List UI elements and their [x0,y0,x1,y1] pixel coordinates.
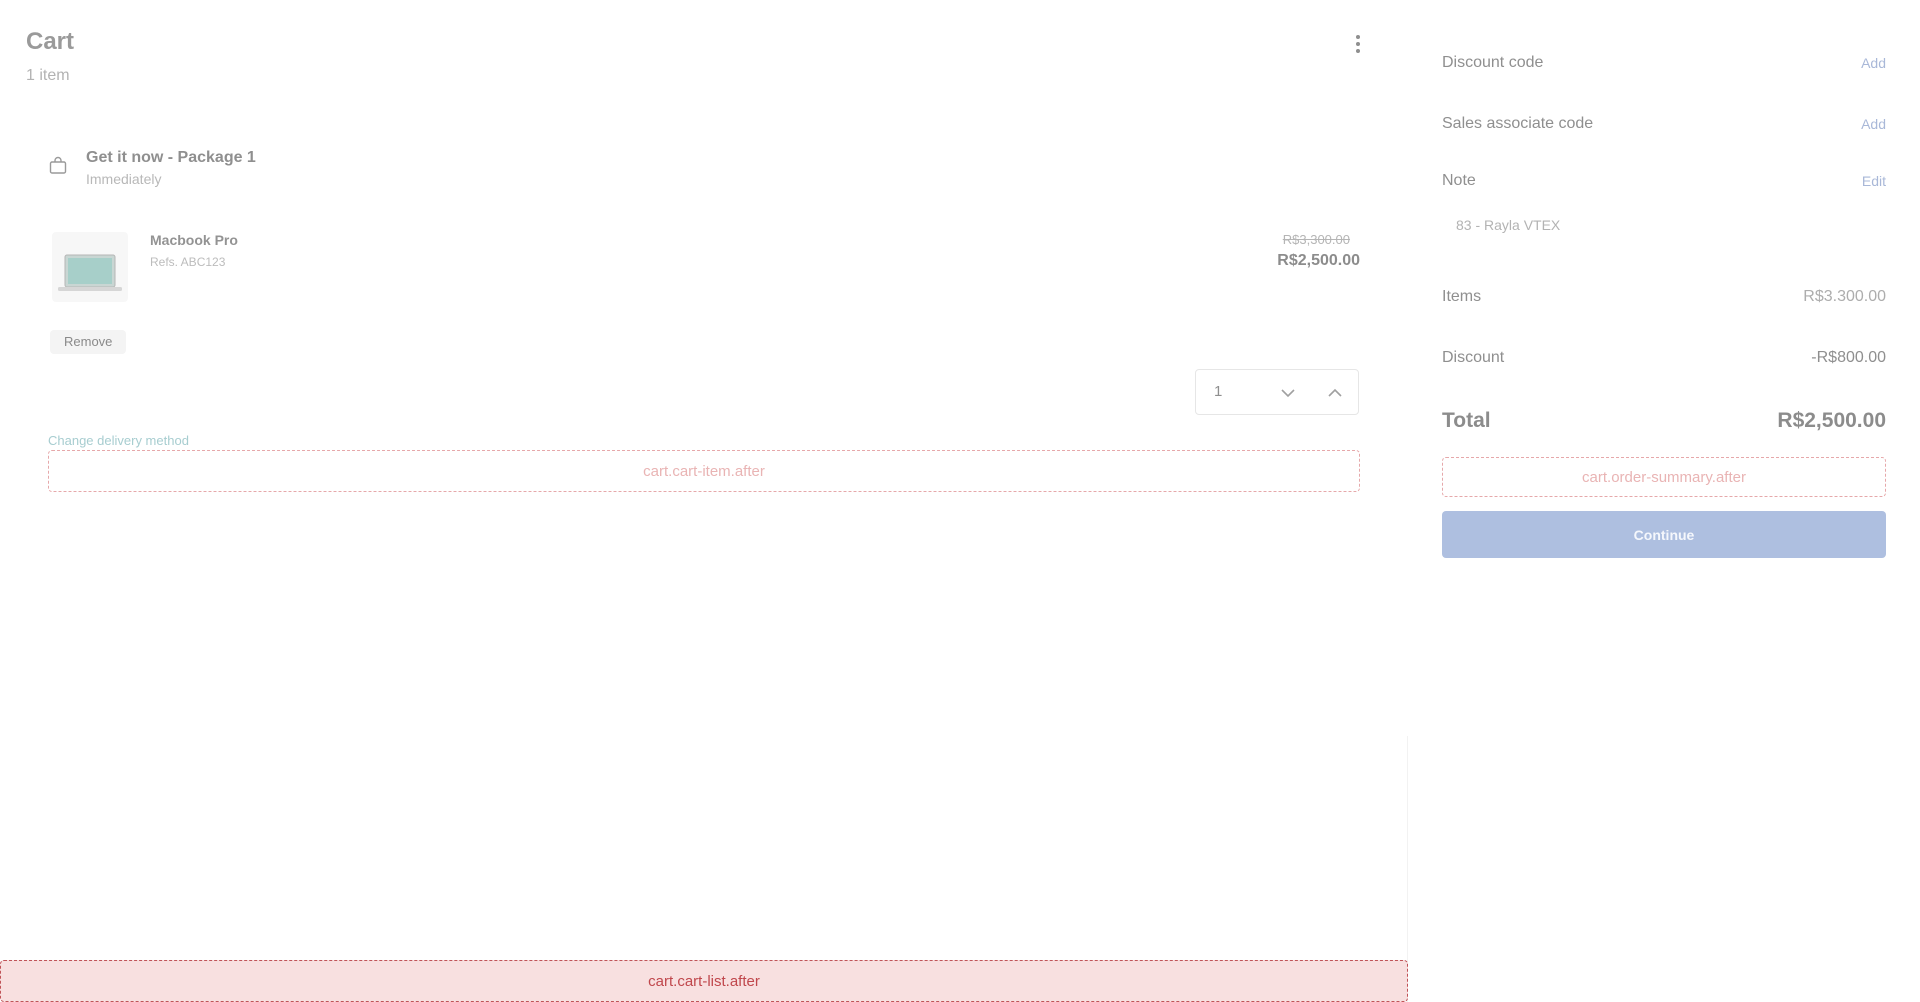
price-original: R$3,300.00 [1282,232,1350,247]
continue-button[interactable]: Continue [1442,511,1886,558]
chevron-down-icon[interactable] [1276,381,1300,405]
total-value: R$2,500.00 [1777,409,1886,432]
laptop-icon [58,254,122,291]
quantity-stepper: 1 [1195,369,1359,415]
discount-label: Discount [1442,349,1505,366]
sales-associate-label: Sales associate code [1442,115,1594,132]
package-subtitle: Immediately [86,171,162,187]
items-value: R$3.300.00 [1803,288,1886,305]
note-edit-link[interactable]: Edit [1862,173,1886,189]
kebab-menu-icon[interactable] [1346,32,1370,56]
package-title: Get it now - Package 1 [86,149,256,166]
quantity-value[interactable]: 1 [1214,383,1222,400]
discount-code-add-link[interactable]: Add [1861,55,1886,71]
cart-item-count: 1 item [26,67,70,84]
sales-associate-add-link[interactable]: Add [1861,116,1886,132]
discount-code-label: Discount code [1442,54,1544,71]
note-label: Note [1442,172,1476,189]
cart-list-after-slot: cart.cart-list.after [0,960,1408,1002]
product-ref: Refs. ABC123 [150,255,226,269]
page-title: Cart [26,28,75,55]
cart-item-after-slot: cart.cart-item.after [48,450,1360,492]
order-summary-after-slot: cart.order-summary.after [1442,457,1886,497]
change-delivery-link[interactable]: Change delivery method [48,433,189,448]
bag-icon [49,156,67,174]
items-label: Items [1442,288,1482,305]
discount-value: -R$800.00 [1811,349,1886,366]
product-name[interactable]: Macbook Pro [150,232,238,248]
chevron-up-icon[interactable] [1323,381,1347,405]
total-label: Total [1442,409,1491,432]
remove-button[interactable]: Remove [50,330,127,354]
product-image[interactable] [52,232,128,302]
price-current: R$2,500.00 [1277,252,1360,269]
note-value: 83 - Rayla VTEX [1456,217,1561,233]
